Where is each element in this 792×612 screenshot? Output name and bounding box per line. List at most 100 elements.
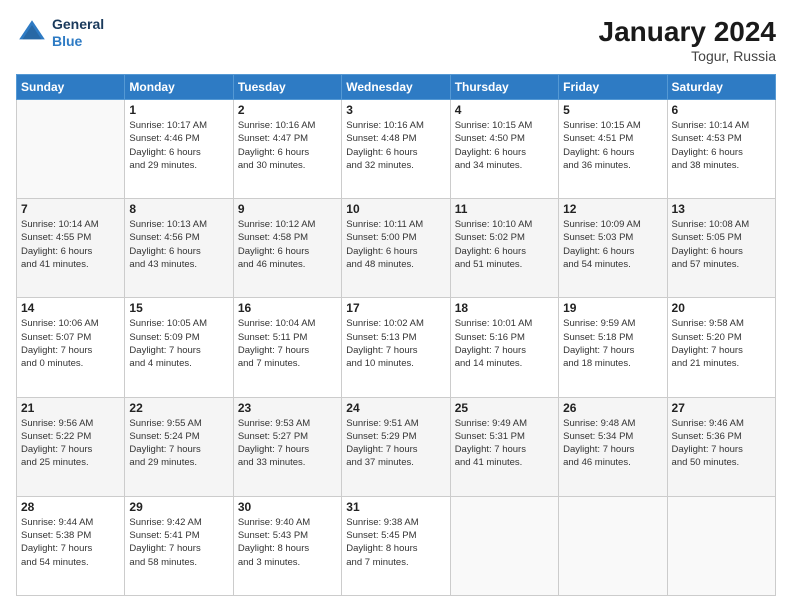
day-cell: 18Sunrise: 10:01 AM Sunset: 5:16 PM Dayl… xyxy=(450,298,558,397)
day-info: Sunrise: 10:11 AM Sunset: 5:00 PM Daylig… xyxy=(346,218,445,271)
day-info: Sunrise: 9:40 AM Sunset: 5:43 PM Dayligh… xyxy=(238,516,337,569)
day-info: Sunrise: 9:44 AM Sunset: 5:38 PM Dayligh… xyxy=(21,516,120,569)
day-info: Sunrise: 10:05 AM Sunset: 5:09 PM Daylig… xyxy=(129,317,228,370)
day-info: Sunrise: 10:14 AM Sunset: 4:55 PM Daylig… xyxy=(21,218,120,271)
day-cell: 17 Sunrise: 10:02 AM Sunset: 5:13 PM Dayl… xyxy=(342,298,450,397)
day-number: 17 xyxy=(346,301,445,315)
day-number: 24 xyxy=(346,401,445,415)
day-number: 6 xyxy=(672,103,771,117)
logo-text: General Blue xyxy=(52,16,104,50)
page-header: General Blue January 2024 Togur, Russia xyxy=(16,16,776,64)
day-number: 15 xyxy=(129,301,228,315)
day-number: 21 xyxy=(21,401,120,415)
day-number: 13 xyxy=(672,202,771,216)
day-cell: 2Sunrise: 10:16 AM Sunset: 4:47 PM Dayli… xyxy=(233,100,341,199)
day-info: Sunrise: 10:08 AM Sunset: 5:05 PM Daylig… xyxy=(672,218,771,271)
day-info: Sunrise: 10:10 AM Sunset: 5:02 PM Daylig… xyxy=(455,218,554,271)
header-cell-wednesday: Wednesday xyxy=(342,75,450,100)
week-row-4: 21 Sunrise: 9:56 AM Sunset: 5:22 PM Dayli… xyxy=(17,397,776,496)
week-row-3: 14Sunrise: 10:06 AM Sunset: 5:07 PM Dayl… xyxy=(17,298,776,397)
day-number: 23 xyxy=(238,401,337,415)
header-cell-monday: Monday xyxy=(125,75,233,100)
day-info: Sunrise: 10:12 AM Sunset: 4:58 PM Daylig… xyxy=(238,218,337,271)
day-cell: 11 Sunrise: 10:10 AM Sunset: 5:02 PM Dayl… xyxy=(450,199,558,298)
day-cell: 30 Sunrise: 9:40 AM Sunset: 5:43 PM Dayli… xyxy=(233,496,341,595)
week-row-1: 1Sunrise: 10:17 AM Sunset: 4:46 PM Dayli… xyxy=(17,100,776,199)
day-cell: 19 Sunrise: 9:59 AM Sunset: 5:18 PM Dayli… xyxy=(559,298,667,397)
day-cell xyxy=(559,496,667,595)
day-info: Sunrise: 9:59 AM Sunset: 5:18 PM Dayligh… xyxy=(563,317,662,370)
logo: General Blue xyxy=(16,16,104,50)
day-number: 19 xyxy=(563,301,662,315)
header-cell-saturday: Saturday xyxy=(667,75,775,100)
header-cell-tuesday: Tuesday xyxy=(233,75,341,100)
day-info: Sunrise: 10:02 AM Sunset: 5:13 PM Daylig… xyxy=(346,317,445,370)
header-cell-thursday: Thursday xyxy=(450,75,558,100)
day-info: Sunrise: 9:55 AM Sunset: 5:24 PM Dayligh… xyxy=(129,417,228,470)
day-cell: 28 Sunrise: 9:44 AM Sunset: 5:38 PM Dayli… xyxy=(17,496,125,595)
day-number: 30 xyxy=(238,500,337,514)
day-cell: 8 Sunrise: 10:13 AM Sunset: 4:56 PM Dayli… xyxy=(125,199,233,298)
day-number: 9 xyxy=(238,202,337,216)
day-number: 29 xyxy=(129,500,228,514)
logo-icon xyxy=(16,17,48,49)
title-block: January 2024 Togur, Russia xyxy=(599,16,776,64)
day-number: 8 xyxy=(129,202,228,216)
day-cell xyxy=(667,496,775,595)
main-title: January 2024 xyxy=(599,16,776,48)
day-info: Sunrise: 9:56 AM Sunset: 5:22 PM Dayligh… xyxy=(21,417,120,470)
day-cell: 4 Sunrise: 10:15 AM Sunset: 4:50 PM Dayli… xyxy=(450,100,558,199)
day-number: 3 xyxy=(346,103,445,117)
header-cell-friday: Friday xyxy=(559,75,667,100)
day-number: 12 xyxy=(563,202,662,216)
day-number: 26 xyxy=(563,401,662,415)
day-cell: 20Sunrise: 9:58 AM Sunset: 5:20 PM Dayli… xyxy=(667,298,775,397)
day-info: Sunrise: 10:15 AM Sunset: 4:50 PM Daylig… xyxy=(455,119,554,172)
week-row-5: 28 Sunrise: 9:44 AM Sunset: 5:38 PM Dayli… xyxy=(17,496,776,595)
calendar-table: SundayMondayTuesdayWednesdayThursdayFrid… xyxy=(16,74,776,596)
day-cell: 27 Sunrise: 9:46 AM Sunset: 5:36 PM Dayli… xyxy=(667,397,775,496)
calendar-body: 1Sunrise: 10:17 AM Sunset: 4:46 PM Dayli… xyxy=(17,100,776,596)
day-cell: 21 Sunrise: 9:56 AM Sunset: 5:22 PM Dayli… xyxy=(17,397,125,496)
day-info: Sunrise: 9:42 AM Sunset: 5:41 PM Dayligh… xyxy=(129,516,228,569)
day-info: Sunrise: 9:38 AM Sunset: 5:45 PM Dayligh… xyxy=(346,516,445,569)
day-number: 31 xyxy=(346,500,445,514)
day-info: Sunrise: 9:51 AM Sunset: 5:29 PM Dayligh… xyxy=(346,417,445,470)
day-number: 11 xyxy=(455,202,554,216)
day-info: Sunrise: 10:04 AM Sunset: 5:11 PM Daylig… xyxy=(238,317,337,370)
day-number: 4 xyxy=(455,103,554,117)
day-cell: 26 Sunrise: 9:48 AM Sunset: 5:34 PM Dayli… xyxy=(559,397,667,496)
day-number: 14 xyxy=(21,301,120,315)
day-cell: 25Sunrise: 9:49 AM Sunset: 5:31 PM Dayli… xyxy=(450,397,558,496)
day-info: Sunrise: 9:53 AM Sunset: 5:27 PM Dayligh… xyxy=(238,417,337,470)
day-info: Sunrise: 9:48 AM Sunset: 5:34 PM Dayligh… xyxy=(563,417,662,470)
header-cell-sunday: Sunday xyxy=(17,75,125,100)
day-info: Sunrise: 10:09 AM Sunset: 5:03 PM Daylig… xyxy=(563,218,662,271)
day-number: 28 xyxy=(21,500,120,514)
day-number: 22 xyxy=(129,401,228,415)
day-number: 1 xyxy=(129,103,228,117)
day-number: 27 xyxy=(672,401,771,415)
day-cell: 12 Sunrise: 10:09 AM Sunset: 5:03 PM Dayl… xyxy=(559,199,667,298)
day-number: 2 xyxy=(238,103,337,117)
day-info: Sunrise: 10:13 AM Sunset: 4:56 PM Daylig… xyxy=(129,218,228,271)
day-info: Sunrise: 9:49 AM Sunset: 5:31 PM Dayligh… xyxy=(455,417,554,470)
day-cell: 9 Sunrise: 10:12 AM Sunset: 4:58 PM Dayli… xyxy=(233,199,341,298)
day-cell: 31 Sunrise: 9:38 AM Sunset: 5:45 PM Dayli… xyxy=(342,496,450,595)
day-info: Sunrise: 10:01 AM Sunset: 5:16 PM Daylig… xyxy=(455,317,554,370)
day-cell: 15 Sunrise: 10:05 AM Sunset: 5:09 PM Dayl… xyxy=(125,298,233,397)
day-cell xyxy=(17,100,125,199)
day-info: Sunrise: 9:46 AM Sunset: 5:36 PM Dayligh… xyxy=(672,417,771,470)
day-info: Sunrise: 9:58 AM Sunset: 5:20 PM Dayligh… xyxy=(672,317,771,370)
day-info: Sunrise: 10:16 AM Sunset: 4:48 PM Daylig… xyxy=(346,119,445,172)
day-cell: 29 Sunrise: 9:42 AM Sunset: 5:41 PM Dayli… xyxy=(125,496,233,595)
day-cell: 22 Sunrise: 9:55 AM Sunset: 5:24 PM Dayli… xyxy=(125,397,233,496)
day-cell: 10 Sunrise: 10:11 AM Sunset: 5:00 PM Dayl… xyxy=(342,199,450,298)
day-number: 10 xyxy=(346,202,445,216)
day-cell: 3 Sunrise: 10:16 AM Sunset: 4:48 PM Dayli… xyxy=(342,100,450,199)
day-cell: 16Sunrise: 10:04 AM Sunset: 5:11 PM Dayl… xyxy=(233,298,341,397)
day-cell: 24 Sunrise: 9:51 AM Sunset: 5:29 PM Dayli… xyxy=(342,397,450,496)
day-info: Sunrise: 10:15 AM Sunset: 4:51 PM Daylig… xyxy=(563,119,662,172)
day-cell: 6Sunrise: 10:14 AM Sunset: 4:53 PM Dayli… xyxy=(667,100,775,199)
day-cell xyxy=(450,496,558,595)
